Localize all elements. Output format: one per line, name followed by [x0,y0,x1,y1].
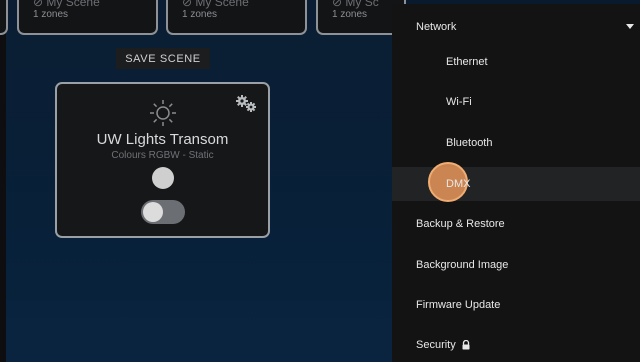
sun-icon [150,100,176,126]
scene-card-zones: 1 zones [33,9,69,20]
scene-area: ⊘ My Scene 1 zones ⊘ My Scene 1 zones ⊘ … [0,0,406,362]
light-card-title: UW Lights Transom [96,131,229,148]
gear-icon[interactable] [234,94,258,114]
scene-card-title: ⊘ My Scene [182,0,249,9]
menu-security[interactable]: Security [392,328,640,362]
save-scene-button[interactable]: SAVE SCENE [116,48,210,69]
light-card-subtitle: Colours RGBW - Static [111,150,214,161]
scene-card-1[interactable] [0,0,8,35]
menu-network[interactable]: Network [392,10,640,44]
scene-card-title: ⊘ My Scene [33,0,100,9]
chevron-down-icon [626,24,634,29]
menu-security-label: Security [416,339,456,351]
scene-card-2[interactable]: ⊘ My Scene 1 zones [17,0,158,35]
menu-wifi[interactable]: Wi-Fi [392,85,640,119]
lock-icon [462,340,470,350]
menu-ethernet-label: Ethernet [446,56,488,68]
scene-card-zones: 1 zones [182,9,218,20]
menu-background-image[interactable]: Background Image [392,248,640,282]
menu-firmware-update[interactable]: Firmware Update [392,288,640,322]
menu-dmx-label: DMX [446,178,471,190]
menu-ethernet[interactable]: Ethernet [392,45,640,79]
menu-firmware-label: Firmware Update [416,299,501,311]
color-indicator[interactable] [152,167,174,189]
menu-wifi-label: Wi-Fi [446,96,472,108]
menu-bluetooth[interactable]: Bluetooth [392,126,640,160]
menu-background-label: Background Image [416,259,509,271]
menu-bluetooth-label: Bluetooth [446,137,493,149]
menu-network-label: Network [416,21,457,33]
menu-backup-restore[interactable]: Backup & Restore [392,207,640,241]
light-card[interactable]: UW Lights Transom Colours RGBW - Static [55,82,270,238]
menu-backup-label: Backup & Restore [416,218,505,230]
scene-card-3[interactable]: ⊘ My Scene 1 zones [166,0,307,35]
scene-card-title: ⊘ My Sc [332,0,379,9]
toggle-knob [143,202,163,222]
left-strip [0,0,6,362]
power-toggle[interactable] [141,200,185,224]
scene-card-zones: 1 zones [332,9,368,20]
